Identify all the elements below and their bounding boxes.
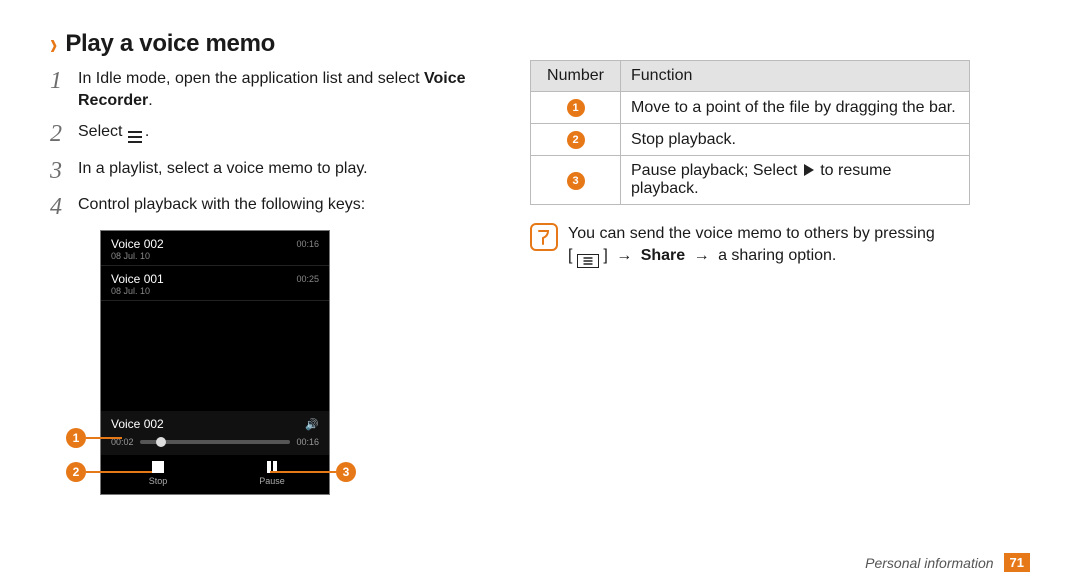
table-header: Function	[621, 61, 970, 92]
playlist-item: Voice 001 08 Jul. 10 00:25	[101, 266, 329, 301]
step-number: 4	[50, 194, 78, 220]
table-cell: Pause playback; Select to resume playbac…	[621, 156, 970, 205]
callout-ref-2: 2	[567, 131, 585, 149]
table-header: Number	[531, 61, 621, 92]
callout-2: 2	[66, 462, 86, 482]
step-text: In Idle mode, open the application list …	[78, 68, 500, 111]
page-number: 71	[1004, 553, 1030, 572]
step-text: In a playlist, select a voice memo to pl…	[78, 158, 500, 180]
callout-1: 1	[66, 428, 86, 448]
phone-mockup: Voice 002 08 Jul. 10 00:16 Voice 001 08 …	[100, 230, 360, 495]
volume-icon: 🔊	[305, 418, 319, 431]
page-footer: Personal information 71	[865, 553, 1030, 572]
play-icon	[804, 164, 814, 176]
now-playing-bar: Voice 002 🔊	[101, 411, 329, 435]
list-icon	[127, 130, 145, 144]
table-row: 3 Pause playback; Select to resume playb…	[531, 156, 970, 205]
pause-button: Pause	[215, 455, 329, 494]
step-number: 3	[50, 158, 78, 184]
note: You can send the voice memo to others by…	[530, 223, 1030, 266]
function-table: Number Function 1 Move to a point of the…	[530, 60, 970, 205]
playlist-item: Voice 002 08 Jul. 10 00:16	[101, 231, 329, 266]
step-number: 1	[50, 68, 78, 94]
step-number: 2	[50, 121, 78, 147]
table-cell: Stop playback.	[621, 124, 970, 156]
page-title: Play a voice memo	[65, 30, 275, 58]
table-cell: Move to a point of the file by dragging …	[621, 92, 970, 124]
table-row: 1 Move to a point of the file by draggin…	[531, 92, 970, 124]
callout-ref-3: 3	[567, 172, 585, 190]
menu-key-icon	[577, 254, 599, 268]
callout-ref-1: 1	[567, 99, 585, 117]
stop-button: Stop	[101, 455, 215, 494]
progress-bar: 00:02 00:16	[101, 435, 329, 455]
step-text: Select .	[78, 121, 500, 143]
step-text: Control playback with the following keys…	[78, 194, 500, 216]
note-icon	[530, 223, 558, 251]
steps-list: 1 In Idle mode, open the application lis…	[50, 68, 500, 220]
table-row: 2 Stop playback.	[531, 124, 970, 156]
callout-3: 3	[336, 462, 356, 482]
chevron-right-icon: ›	[50, 26, 57, 62]
